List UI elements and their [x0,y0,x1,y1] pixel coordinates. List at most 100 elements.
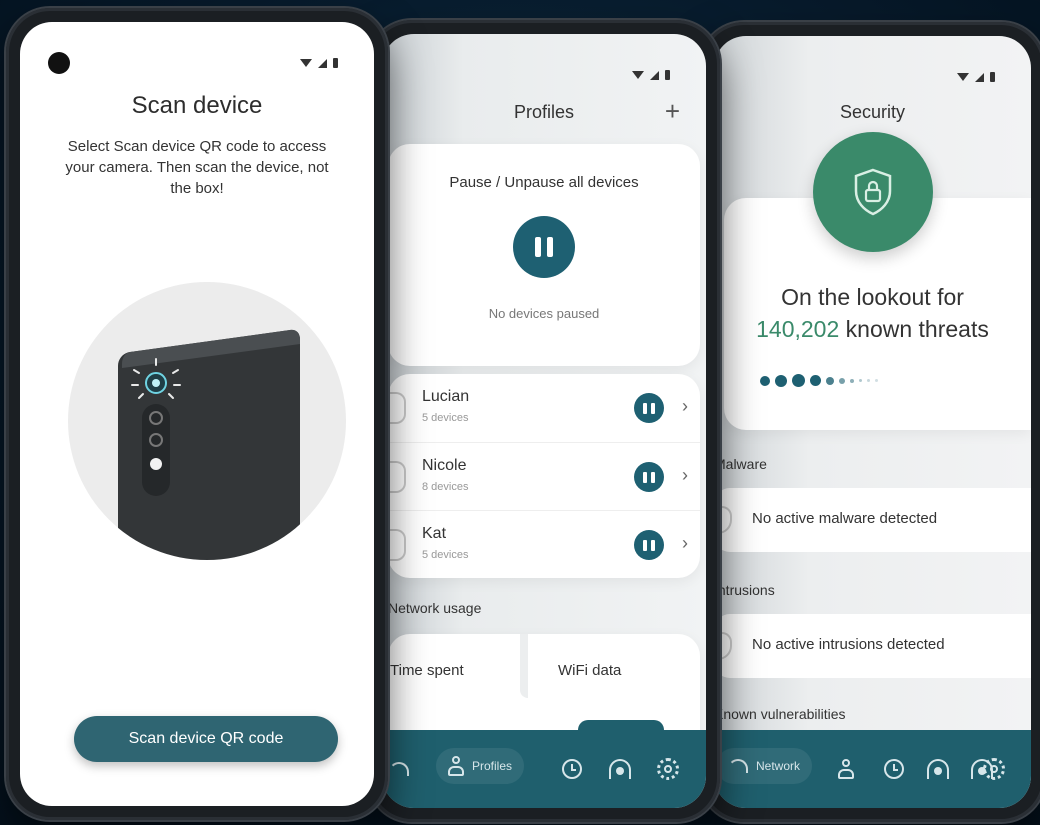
shield-lock-icon [812,132,933,252]
wifi-icon [389,762,409,776]
malware-status-row[interactable]: No active malware detected [714,488,1031,552]
battery-status-icon [333,58,338,68]
status-bar [957,72,995,82]
profile-row[interactable]: Kat 5 devices › [388,510,700,578]
tab-time-spent[interactable]: Time spent [390,662,464,679]
threat-suffix: known threats [839,316,989,342]
pause-profile-button[interactable] [634,530,664,560]
scan-qr-button[interactable]: Scan device QR code [74,716,338,762]
scan-instructions: Select Scan device QR code to access you… [65,138,329,197]
dot [775,374,787,387]
nav-profiles[interactable]: Profiles [436,748,525,784]
wifi-status-icon [632,71,644,79]
profiles-screen: Profiles + Pause / Unpause all devices N… [382,34,706,808]
known-vulnerabilities-label: Known vulnerabilities [714,706,846,722]
signal-status-icon [650,70,659,80]
chevron-right-icon[interactable]: › [682,533,688,553]
wifi-icon [728,759,748,773]
profile-name: Nicole [422,457,467,474]
pause-status-text: No devices paused [488,306,600,321]
person-icon [388,392,406,424]
network-usage-label: Network usage [388,600,482,616]
wifi-status-icon [957,73,969,81]
nav-settings[interactable] [648,730,688,808]
nav-support[interactable] [600,730,640,808]
dot [792,374,805,387]
nav-network[interactable]: Network [716,748,813,784]
page-title: Profiles [513,102,575,122]
signal-status-icon [318,58,327,68]
tab-wifi-data[interactable]: WiFi data [558,662,621,679]
nav-network[interactable] [384,730,414,808]
battery-status-icon [990,72,995,82]
dot [839,377,845,384]
intrusions-status-row[interactable]: No active intrusions detected [714,614,1031,678]
clock-icon [884,759,904,779]
nav-profiles-label: Profiles [472,759,513,773]
profiles-list: Lucian 5 devices › Nicole 8 devices › Ka… [388,374,700,578]
page-title: Scan device [131,92,263,119]
threat-count-line: 140,202 known threats [714,316,1031,343]
page-title: Security [839,102,906,122]
nav-activity[interactable] [552,730,592,808]
profile-device-count: 8 devices [422,481,469,493]
status-bar [300,58,338,68]
pause-all-button[interactable] [513,216,575,278]
profile-device-count: 5 devices [422,549,469,561]
wifi-status-icon [300,59,312,67]
person-icon [838,759,854,779]
gear-icon [657,758,679,780]
progress-dots [760,374,878,387]
dot [826,376,834,385]
dot [867,379,870,382]
dot [810,375,821,386]
intrusions-section-label: Intrusions [714,582,775,598]
pause-all-card: Pause / Unpause all devices No devices p… [388,144,700,366]
pause-all-title: Pause / Unpause all devices [449,174,639,191]
battery-status-icon [665,70,670,80]
lookout-heading: On the lookout for [781,284,964,310]
phone-profiles: Profiles + Pause / Unpause all devices N… [368,20,720,822]
phone-camera-illustration [68,282,346,560]
dot [859,379,862,382]
pause-icon-bar [535,237,541,257]
pause-icon-bar [547,237,553,257]
pause-profile-button[interactable] [634,462,664,492]
nav-support[interactable] [918,730,958,808]
gear-icon [983,758,1005,780]
nav-profiles[interactable] [826,730,866,808]
phone-security: Security On the lookout for 140,202 know… [700,22,1040,822]
malware-section-label: Malware [714,456,767,472]
headset-icon [927,759,949,779]
person-icon [388,529,406,561]
nav-activity[interactable] [874,730,914,808]
chevron-right-icon[interactable]: › [682,396,688,416]
profile-row[interactable]: Lucian 5 devices › [388,374,700,442]
front-camera [48,52,70,74]
clock-icon [562,759,582,779]
signal-status-icon [975,72,984,82]
threat-count: 140,202 [756,316,840,342]
intrusions-status-text: No active intrusions detected [752,636,945,653]
headset-icon [609,759,631,779]
tab-divider [520,634,528,698]
chevron-right-icon[interactable]: › [682,465,688,485]
plus-icon[interactable]: + [665,98,680,124]
profile-row[interactable]: Nicole 8 devices › [388,442,700,510]
nav-settings[interactable] [974,730,1014,808]
nav-network-label: Network [756,759,801,773]
malware-status-text: No active malware detected [752,510,938,527]
dot [875,379,878,382]
profile-device-count: 5 devices [422,412,469,424]
security-screen: Security On the lookout for 140,202 know… [714,36,1031,808]
person-icon [388,461,406,493]
bottom-nav: Profiles [382,720,706,808]
dot [760,375,770,386]
phone-scan-device: Scan device Select Scan device QR code t… [6,8,388,820]
profile-name: Kat [422,525,447,542]
status-bar [632,70,670,80]
pause-profile-button[interactable] [634,393,664,423]
bottom-nav: Network [714,730,1031,808]
dot [850,378,854,383]
profile-name: Lucian [422,388,470,405]
